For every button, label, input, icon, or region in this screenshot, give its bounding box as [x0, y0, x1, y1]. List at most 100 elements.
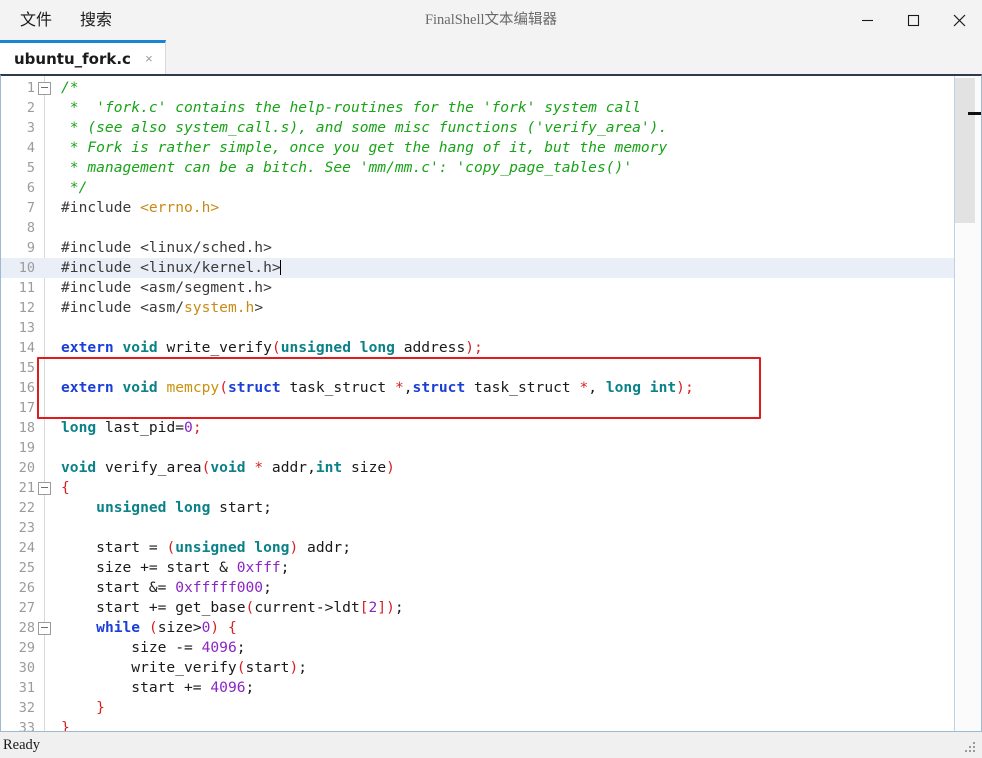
fold-toggle-icon[interactable] [35, 81, 53, 95]
code-area[interactable]: 1 /* 2 * 'fork.c' contains the help-routin… [1, 76, 981, 731]
tab-close-icon[interactable]: × [141, 51, 157, 67]
code-line[interactable]: 3 * (see also system_call.s), and some m… [1, 118, 981, 138]
resize-grip-icon[interactable] [965, 742, 978, 755]
line-text: start += get_base(current->ldt[2]); [53, 598, 981, 618]
code-token: addr; [298, 539, 351, 556]
code-line[interactable]: 10 #include <linux/kernel.h> [1, 258, 981, 278]
code-line[interactable]: 26 start &= 0xfffff000; [1, 578, 981, 598]
code-line[interactable]: 24 start = (unsigned long) addr; [1, 538, 981, 558]
code-line[interactable]: 22 unsigned long start; [1, 498, 981, 518]
code-token: ( [236, 659, 246, 676]
code-token: ) [386, 459, 395, 476]
code-line[interactable]: 30 write_verify(start); [1, 658, 981, 678]
code-token: * (see also system_call.s), and some mis… [61, 119, 668, 136]
code-token: * [579, 379, 589, 396]
fold-toggle-icon[interactable] [35, 621, 53, 635]
line-number: 29 [18, 640, 35, 656]
code-token: start += get_base [61, 599, 246, 616]
code-line[interactable]: 6 */ [1, 178, 981, 198]
code-line[interactable]: 4 * Fork is rather simple, once you get … [1, 138, 981, 158]
line-text: unsigned long start; [53, 498, 981, 518]
line-number: 27 [18, 600, 35, 616]
code-line[interactable]: 2 * 'fork.c' contains the help-routines … [1, 98, 981, 118]
code-line[interactable]: 27 start += get_base(current->ldt[2]); [1, 598, 981, 618]
line-number: 17 [18, 400, 35, 416]
code-token: void [122, 379, 158, 396]
fold-toggle-icon[interactable] [35, 481, 53, 495]
line-text: */ [53, 178, 981, 198]
code-token: ) [210, 619, 220, 636]
code-line[interactable]: 31 start += 4096; [1, 678, 981, 698]
code-line[interactable]: 12 #include <asm/system.h> [1, 298, 981, 318]
line-number: 25 [18, 560, 35, 576]
code-token: ; [245, 679, 255, 696]
code-token: address [394, 339, 466, 356]
line-number: 20 [18, 460, 35, 476]
fold-minus-icon [37, 481, 51, 495]
code-line[interactable]: 29 size -= 4096; [1, 638, 981, 658]
code-line[interactable]: 19 [1, 438, 981, 458]
code-line[interactable]: 15 [1, 358, 981, 378]
code-line[interactable]: 1 /* [1, 78, 981, 98]
code-token: unsigned long [96, 499, 211, 516]
window-controls [844, 0, 982, 40]
code-line[interactable]: 23 [1, 518, 981, 538]
line-text: #include <asm/system.h> [53, 298, 981, 318]
close-icon [952, 13, 967, 28]
code-line[interactable]: 5 * management can be a bitch. See 'mm/m… [1, 158, 981, 178]
maximize-button[interactable] [890, 0, 936, 40]
code-line[interactable]: 18 long last_pid=0; [1, 418, 981, 438]
scrollbar-thumb[interactable] [955, 78, 975, 223]
code-token: size [342, 459, 387, 476]
menu-file[interactable]: 文件 [16, 9, 56, 31]
code-token: } [61, 719, 70, 731]
line-number: 15 [18, 360, 35, 376]
close-button[interactable] [936, 0, 982, 40]
line-number: 16 [18, 380, 35, 396]
code-token: size += start & [61, 559, 237, 576]
code-line[interactable]: 14 extern void write_verify(unsigned long… [1, 338, 981, 358]
code-line[interactable]: 25 size += start & 0xfff; [1, 558, 981, 578]
code-line[interactable]: 13 [1, 318, 981, 338]
line-text: extern void write_verify(unsigned long a… [53, 338, 981, 358]
code-token: memcpy [166, 379, 220, 396]
minimize-button[interactable] [844, 0, 890, 40]
code-line[interactable]: 20 void verify_area(void * addr,int size) [1, 458, 981, 478]
line-number: 7 [26, 200, 35, 216]
line-text: start = (unsigned long) addr; [53, 538, 981, 558]
line-number: 24 [18, 540, 35, 556]
code-token: void [122, 339, 158, 356]
line-text: { [53, 478, 981, 498]
code-line[interactable]: 28 while (size>0) { [1, 618, 981, 638]
line-text: #include <asm/segment.h> [53, 278, 981, 298]
code-line[interactable]: 9 #include <linux/sched.h> [1, 238, 981, 258]
code-token: #include [61, 199, 141, 216]
code-line[interactable]: 8 [1, 218, 981, 238]
status-text: Ready [3, 736, 41, 753]
code-token: last_pid= [96, 419, 185, 436]
vertical-scrollbar[interactable] [954, 76, 981, 731]
code-line[interactable]: 7 #include <errno.h> [1, 198, 981, 218]
editor-panel: 1 /* 2 * 'fork.c' contains the help-routin… [0, 74, 982, 732]
code-line[interactable]: 16 extern void memcpy(struct task_struct … [1, 378, 981, 398]
line-number: 19 [18, 440, 35, 456]
code-line[interactable]: 33} [1, 718, 981, 731]
code-line[interactable]: 17 [1, 398, 981, 418]
menu-search[interactable]: 搜索 [76, 9, 116, 31]
code-line[interactable]: 32 } [1, 698, 981, 718]
tab-ubuntu-fork-c[interactable]: ubuntu_fork.c × [0, 40, 166, 74]
code-line[interactable]: 21 { [1, 478, 981, 498]
line-number: 9 [26, 240, 35, 256]
code-line[interactable]: 11 #include <asm/segment.h> [1, 278, 981, 298]
code-token: > [254, 299, 264, 316]
code-token: { [228, 619, 237, 636]
code-token: 4096 [201, 639, 237, 656]
line-text: extern void memcpy(struct task_struct *,… [53, 378, 981, 398]
code-token: ; [192, 419, 202, 436]
code-token: 0xfffff000 [175, 579, 264, 596]
scrollbar-marker [968, 112, 981, 115]
code-token: <errno.h> [140, 199, 220, 216]
code-token: addr, [263, 459, 316, 476]
